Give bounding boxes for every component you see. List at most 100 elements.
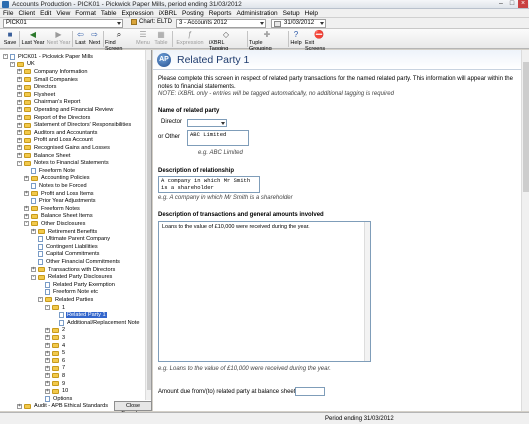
tree-item[interactable]: - Notes to Financial Statements <box>17 159 110 167</box>
expand-icon[interactable]: + <box>45 358 50 364</box>
collapse-icon[interactable]: - <box>24 221 29 227</box>
tree-item[interactable]: Ultimate Parent Company <box>31 235 111 243</box>
tree-item[interactable]: + Retirement Benefits <box>31 228 98 236</box>
tree-item[interactable]: + Accounting Policies <box>24 175 91 183</box>
transactions-scrollbar[interactable] <box>364 222 370 361</box>
minimize-icon[interactable]: – <box>496 0 506 8</box>
next-button[interactable]: ⇨ Next <box>88 29 101 49</box>
menu-item-reports[interactable]: Reports <box>209 10 232 17</box>
tree-item[interactable]: + Recognised Gains and Losses <box>17 144 111 152</box>
expand-icon[interactable]: + <box>31 229 36 235</box>
tree-item[interactable]: +3 <box>45 334 66 342</box>
tuple-grouping-button[interactable]: ✛ Tuple Grouping <box>249 29 285 52</box>
tree-item[interactable]: -1 <box>45 304 66 312</box>
tree-item[interactable]: + Audit - APB Ethical Standards <box>17 403 109 411</box>
menu-item-ixbrl[interactable]: iXBRL <box>159 10 177 17</box>
menu-item-file[interactable]: File <box>3 10 13 17</box>
expand-icon[interactable]: + <box>17 77 22 83</box>
tree-item[interactable]: + Chairman's Report <box>17 99 81 107</box>
accounts-select[interactable]: 3 - Accounts 2012 <box>176 19 266 28</box>
maximize-icon[interactable]: □ <box>507 0 517 8</box>
expand-icon[interactable]: + <box>45 373 50 379</box>
expression-button[interactable]: ƒ Expression <box>176 29 204 49</box>
tree-item[interactable]: Options <box>38 395 73 403</box>
tree-item[interactable]: + Report of the Directors <box>17 114 91 122</box>
tree-item[interactable]: + Balance Sheet Items <box>24 213 94 221</box>
exit-screens-button[interactable]: ⛔ Exit Screens <box>305 29 333 52</box>
expand-icon[interactable]: + <box>17 130 22 136</box>
period-date-select[interactable]: 31/03/2012 <box>271 19 326 28</box>
expand-icon[interactable]: + <box>17 115 22 121</box>
menu-item-expression[interactable]: Expression <box>121 10 153 17</box>
find-screen-button[interactable]: ⌕ Find Screen <box>105 29 133 52</box>
tree-item[interactable]: Additional/Replacement Note <box>52 319 140 327</box>
client-select[interactable]: PICK01 <box>3 19 123 28</box>
tree-item-selected[interactable]: Related Party 1 <box>52 311 107 319</box>
tree-item[interactable]: Contingent Liabilities <box>31 243 99 251</box>
tree-item[interactable]: - PICK01 - Pickwick Paper Mills <box>3 53 94 61</box>
menu-item-format[interactable]: Format <box>75 10 96 17</box>
expand-icon[interactable]: + <box>17 122 22 128</box>
amount-due-field[interactable] <box>295 387 325 396</box>
expand-icon[interactable]: + <box>45 335 50 341</box>
relationship-field[interactable]: A company in which Mr Smith is a shareho… <box>158 176 260 193</box>
tree-item[interactable]: Prior Year Adjustments <box>24 197 97 205</box>
tree-item[interactable]: + Profit and Loss Account <box>17 137 94 145</box>
tree-item[interactable]: +5 <box>45 349 66 357</box>
tree-item[interactable]: +10 <box>45 387 69 395</box>
collapse-icon[interactable]: - <box>17 160 22 166</box>
tree-item[interactable]: - UK <box>10 61 36 69</box>
collapse-icon[interactable]: - <box>45 305 50 311</box>
tree-item[interactable]: + Freeform Notes <box>24 205 81 213</box>
tree-item[interactable]: + Operating and Financial Review <box>17 106 114 114</box>
expand-icon[interactable]: + <box>17 145 22 151</box>
last-button[interactable]: ⇦ Last <box>74 29 87 49</box>
content-scrollbar[interactable] <box>521 50 529 411</box>
collapse-icon[interactable]: - <box>31 274 36 280</box>
next-year-button[interactable]: ▶ Next Year <box>46 29 71 49</box>
menu-item-view[interactable]: View <box>56 10 70 17</box>
save-button[interactable]: ■ Save <box>2 29 18 49</box>
expand-icon[interactable]: + <box>17 153 22 159</box>
expand-icon[interactable]: + <box>45 388 50 394</box>
tree-item[interactable]: + Statement of Directors' Responsibilitie… <box>17 121 132 129</box>
menu-item-posting[interactable]: Posting <box>182 10 204 17</box>
tree-item[interactable]: Freeform Note etc <box>38 289 99 297</box>
menu-item-table[interactable]: Table <box>101 10 117 17</box>
tree-item[interactable]: + Auditors and Accountants <box>17 129 98 137</box>
tree-item[interactable]: + Balance Sheet <box>17 152 71 160</box>
tree-item[interactable]: Notes to be Forced <box>24 182 88 190</box>
other-name-field[interactable]: ABC Limited <box>187 130 249 146</box>
tree-item[interactable]: +6 <box>45 357 66 365</box>
tree-item[interactable]: +2 <box>45 327 66 335</box>
transactions-textarea[interactable]: Loans to the value of £10,000 were recei… <box>158 221 371 362</box>
tree-scrollbar-thumb[interactable] <box>147 60 151 390</box>
tree-item[interactable]: Other Financial Commitments <box>31 258 121 266</box>
tree-item[interactable]: - Related Parties <box>38 296 94 304</box>
expand-icon[interactable]: + <box>45 343 50 349</box>
tree-item[interactable]: Related Party Exemption <box>38 281 116 289</box>
tree-item[interactable]: + Transactions with Directors <box>31 266 116 274</box>
expand-icon[interactable]: + <box>17 92 22 98</box>
content-scrollbar-thumb[interactable] <box>523 62 529 192</box>
tree-item[interactable]: +9 <box>45 380 66 388</box>
tree-item[interactable]: + Small Companies <box>17 76 79 84</box>
menu-item-setup[interactable]: Setup <box>283 10 300 17</box>
expand-icon[interactable]: + <box>17 99 22 105</box>
tree-item[interactable]: - Related Party Disclosures <box>31 273 113 281</box>
tree-item[interactable]: + Company Information <box>17 68 88 76</box>
tree-item[interactable]: +4 <box>45 342 66 350</box>
tree-item[interactable]: + Flysheet <box>17 91 56 99</box>
expand-icon[interactable]: + <box>45 365 50 371</box>
tree-item[interactable]: +7 <box>45 365 66 373</box>
tree-item[interactable]: + Profit and Loss Items <box>24 190 95 198</box>
expand-icon[interactable]: + <box>24 213 29 219</box>
expand-icon[interactable]: + <box>24 191 29 197</box>
expand-icon[interactable]: + <box>17 107 22 113</box>
expand-icon[interactable]: + <box>17 84 22 90</box>
close-branches-button[interactable]: Close Branches <box>114 401 152 417</box>
menu-item-edit[interactable]: Edit <box>40 10 51 17</box>
expand-icon[interactable]: + <box>17 69 22 75</box>
close-icon[interactable]: × <box>518 0 528 8</box>
menu-item-client[interactable]: Client <box>18 10 35 17</box>
